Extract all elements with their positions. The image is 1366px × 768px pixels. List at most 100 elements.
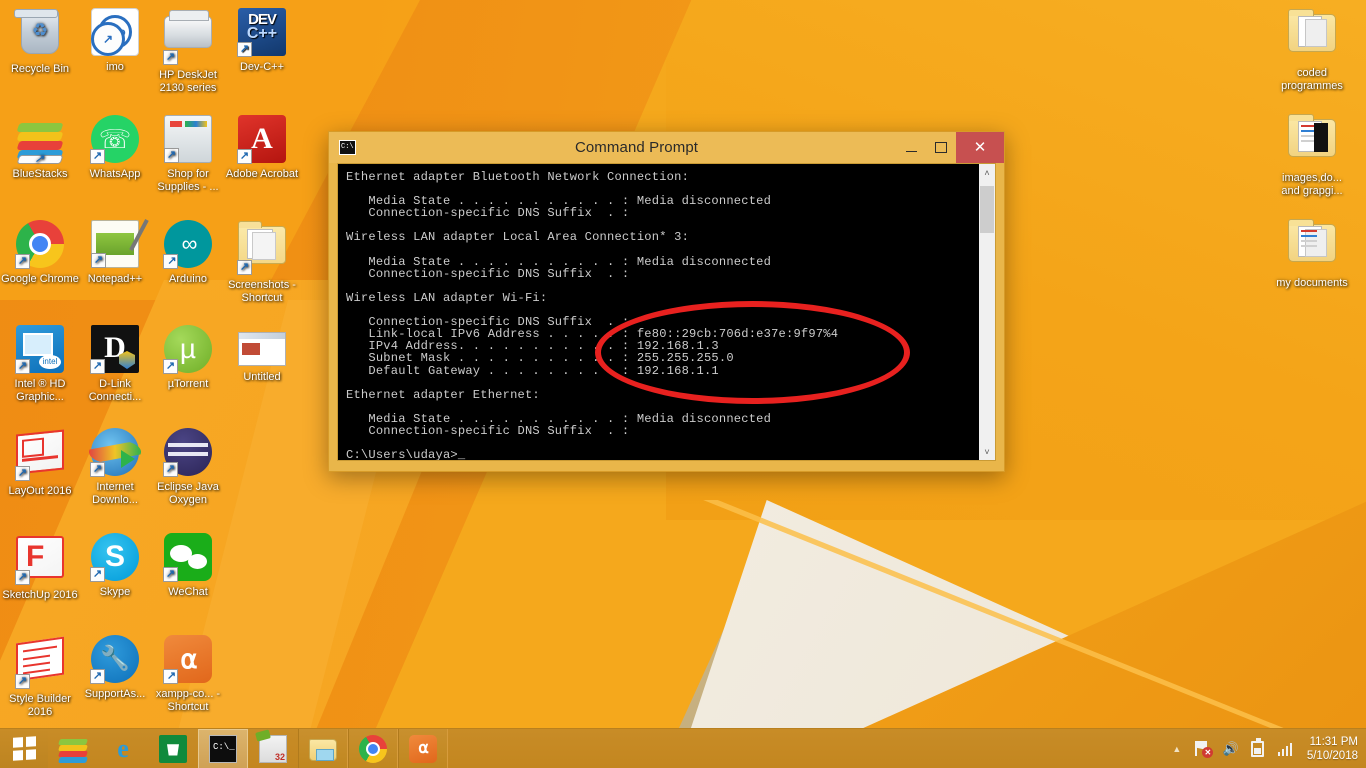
eclipse-icon	[163, 428, 212, 477]
desktop-icon-label: Recycle Bin	[10, 63, 70, 75]
internet-explorer-icon: e	[117, 733, 129, 763]
desktop-icon-label: my documents	[1276, 277, 1348, 289]
taskbar-item-xampp[interactable]: ⍺	[398, 728, 448, 768]
console-output-text[interactable]: Ethernet adapter Bluetooth Network Conne…	[338, 164, 978, 460]
desktop-icon-label: SketchUp 2016	[2, 589, 78, 601]
desktop-icon-label: Style Builder 2016	[9, 693, 71, 718]
desktop-icon-recycle-bin[interactable]: Recycle Bin	[0, 8, 80, 76]
taskbar-item-store[interactable]	[148, 729, 198, 768]
desktop-icon-label: WhatsApp	[89, 168, 141, 180]
taskbar-item-chrome[interactable]	[348, 728, 398, 768]
signal-strength-icon[interactable]	[1276, 740, 1294, 758]
window-controls	[896, 132, 1004, 163]
desktop-icon-label: Untitled	[243, 371, 281, 383]
desktop-icon-label: Adobe Acrobat	[225, 168, 299, 180]
desktop-icon-label: LayOut 2016	[8, 485, 72, 497]
desktop-icon-images-docs[interactable]: images,do... and grapgi...	[1272, 113, 1352, 197]
desktop-icon-dev-cpp[interactable]: DEVC++ Dev-C++	[222, 8, 302, 74]
console-scrollbar[interactable]: ˄ ˅	[978, 164, 995, 460]
desktop-icon-utorrent[interactable]: µ µTorrent	[148, 325, 228, 391]
taskbar-item-command-prompt[interactable]	[198, 728, 248, 768]
windows-logo-icon	[12, 736, 36, 761]
command-prompt-window[interactable]: Command Prompt Ethernet adapter Bluetoot…	[328, 131, 1005, 472]
desktop-icon-style-builder-2016[interactable]: Style Builder 2016	[0, 635, 80, 718]
close-button[interactable]	[956, 132, 1004, 163]
taskbar-item-bluestacks[interactable]	[48, 729, 98, 768]
minimize-button[interactable]	[896, 132, 926, 163]
volume-icon[interactable]: 🔊	[1222, 740, 1240, 758]
desktop-icon-idm[interactable]: Internet Downlo...	[75, 428, 155, 506]
start-button[interactable]	[0, 729, 48, 768]
desktop-icon-bluestacks[interactable]: BlueStacks	[0, 115, 80, 181]
taskbar-item-sticky-notes[interactable]	[248, 729, 298, 768]
chrome-icon	[15, 220, 64, 269]
desktop-icon-imo[interactable]: imo imo	[75, 8, 155, 74]
desktop-icon-label: Skype	[99, 586, 131, 598]
taskbar-item-internet-explorer[interactable]: e	[98, 729, 148, 768]
desktop-icon-untitled[interactable]: Untitled	[222, 325, 302, 384]
dev-cpp-icon: DEV C++	[237, 8, 286, 57]
taskbar-item-file-explorer[interactable]	[298, 728, 348, 768]
desktop-icon-label: Arduino	[169, 273, 207, 285]
internet-download-manager-icon	[90, 428, 139, 477]
desktop-icon-label: coded programmes	[1281, 67, 1343, 92]
taskbar-items: e ⍺	[48, 728, 448, 768]
command-prompt-icon	[209, 734, 237, 763]
desktop-icon-intel-hd-graphics[interactable]: Intel ® HD Graphic...	[0, 325, 80, 403]
desktop-icon-xampp[interactable]: ⍺ xampp-co... - Shortcut	[148, 635, 228, 713]
scrollbar-thumb[interactable]	[980, 186, 994, 233]
desktop-icon-coded-programmes[interactable]: coded programmes	[1272, 8, 1352, 92]
folder-icon	[237, 226, 286, 275]
desktop-icon-adobe-acrobat[interactable]: A Adobe Acrobat	[222, 115, 302, 181]
desktop-icon-notepad-plus-plus[interactable]: Notepad++	[75, 220, 155, 286]
desktop-icon-my-documents[interactable]: my documents	[1272, 218, 1352, 290]
skype-icon: S	[90, 533, 139, 582]
clock-date: 5/10/2018	[1306, 749, 1358, 762]
chrome-icon	[359, 734, 387, 763]
desktop-icon-label: BlueStacks	[12, 168, 68, 180]
desktop-icon-label: Notepad++	[87, 273, 143, 285]
desktop-icon-wechat[interactable]: WeChat	[148, 533, 228, 599]
desktop-icon-skype[interactable]: S Skype	[75, 533, 155, 599]
desktop-icon-label: SupportAs...	[84, 688, 146, 700]
taskbar: e ⍺ ▲ ✕ 🔊 11:31 PM 5/10/	[0, 728, 1366, 768]
desktop-icon-screenshots[interactable]: Screenshots - Shortcut	[222, 220, 302, 304]
desktop-icon-dlink[interactable]: D D-Link Connecti...	[75, 325, 155, 403]
adobe-acrobat-icon: A	[237, 115, 286, 164]
notepad-plus-plus-icon	[91, 220, 139, 268]
battery-icon[interactable]	[1249, 737, 1267, 758]
maximize-button[interactable]	[926, 132, 956, 163]
scroll-up-button[interactable]: ˄	[979, 164, 995, 181]
desktop-icon-label: imo	[106, 61, 124, 73]
network-disconnected-icon[interactable]: ✕	[1195, 740, 1214, 758]
show-hidden-icons-chevron-icon[interactable]: ▲	[1168, 740, 1186, 758]
command-prompt-icon	[339, 140, 356, 155]
desktop-icon-layout-2016[interactable]: LayOut 2016	[0, 428, 80, 498]
support-assistant-icon: 🔧	[90, 635, 139, 684]
desktop-icon-hp-deskjet[interactable]: HP DeskJet 2130 series	[148, 8, 228, 94]
desktop-icon-label: Dev-C++	[239, 61, 285, 73]
desktop-icon-eclipse[interactable]: Eclipse Java Oxygen	[148, 428, 228, 506]
recycle-bin-icon	[16, 10, 64, 58]
file-explorer-icon	[309, 739, 337, 761]
desktop-icon-arduino[interactable]: ∞ Arduino	[148, 220, 228, 286]
scroll-down-button[interactable]: ˅	[979, 443, 995, 460]
bluestacks-icon	[16, 115, 64, 164]
desktop-icon-whatsapp[interactable]: ☏ WhatsApp	[75, 115, 155, 181]
desktop-icon-label: Shop for Supplies - ...	[157, 168, 219, 193]
whatsapp-icon: ☏	[90, 115, 139, 164]
desktop-icon-label: µTorrent	[167, 378, 209, 390]
desktop-icon-google-chrome[interactable]: Google Chrome	[0, 220, 80, 286]
intel-hd-graphics-icon	[15, 325, 64, 374]
window-title-bar[interactable]: Command Prompt	[329, 132, 1004, 163]
sticky-notes-icon	[259, 734, 287, 763]
desktop-icon-shop-supplies[interactable]: Shop for Supplies - ...	[148, 115, 228, 193]
desktop-icon-sketchup-2016[interactable]: SketchUp 2016	[0, 533, 80, 602]
xampp-icon: ⍺	[163, 635, 212, 684]
arduino-icon: ∞	[163, 220, 212, 269]
clock[interactable]: 11:31 PM 5/10/2018	[1303, 735, 1358, 763]
desktop-icon-support-assistant[interactable]: 🔧 SupportAs...	[75, 635, 155, 701]
desktop-icon-label: Eclipse Java Oxygen	[157, 481, 219, 506]
sketchup-icon	[15, 536, 64, 585]
style-builder-icon	[15, 636, 64, 689]
